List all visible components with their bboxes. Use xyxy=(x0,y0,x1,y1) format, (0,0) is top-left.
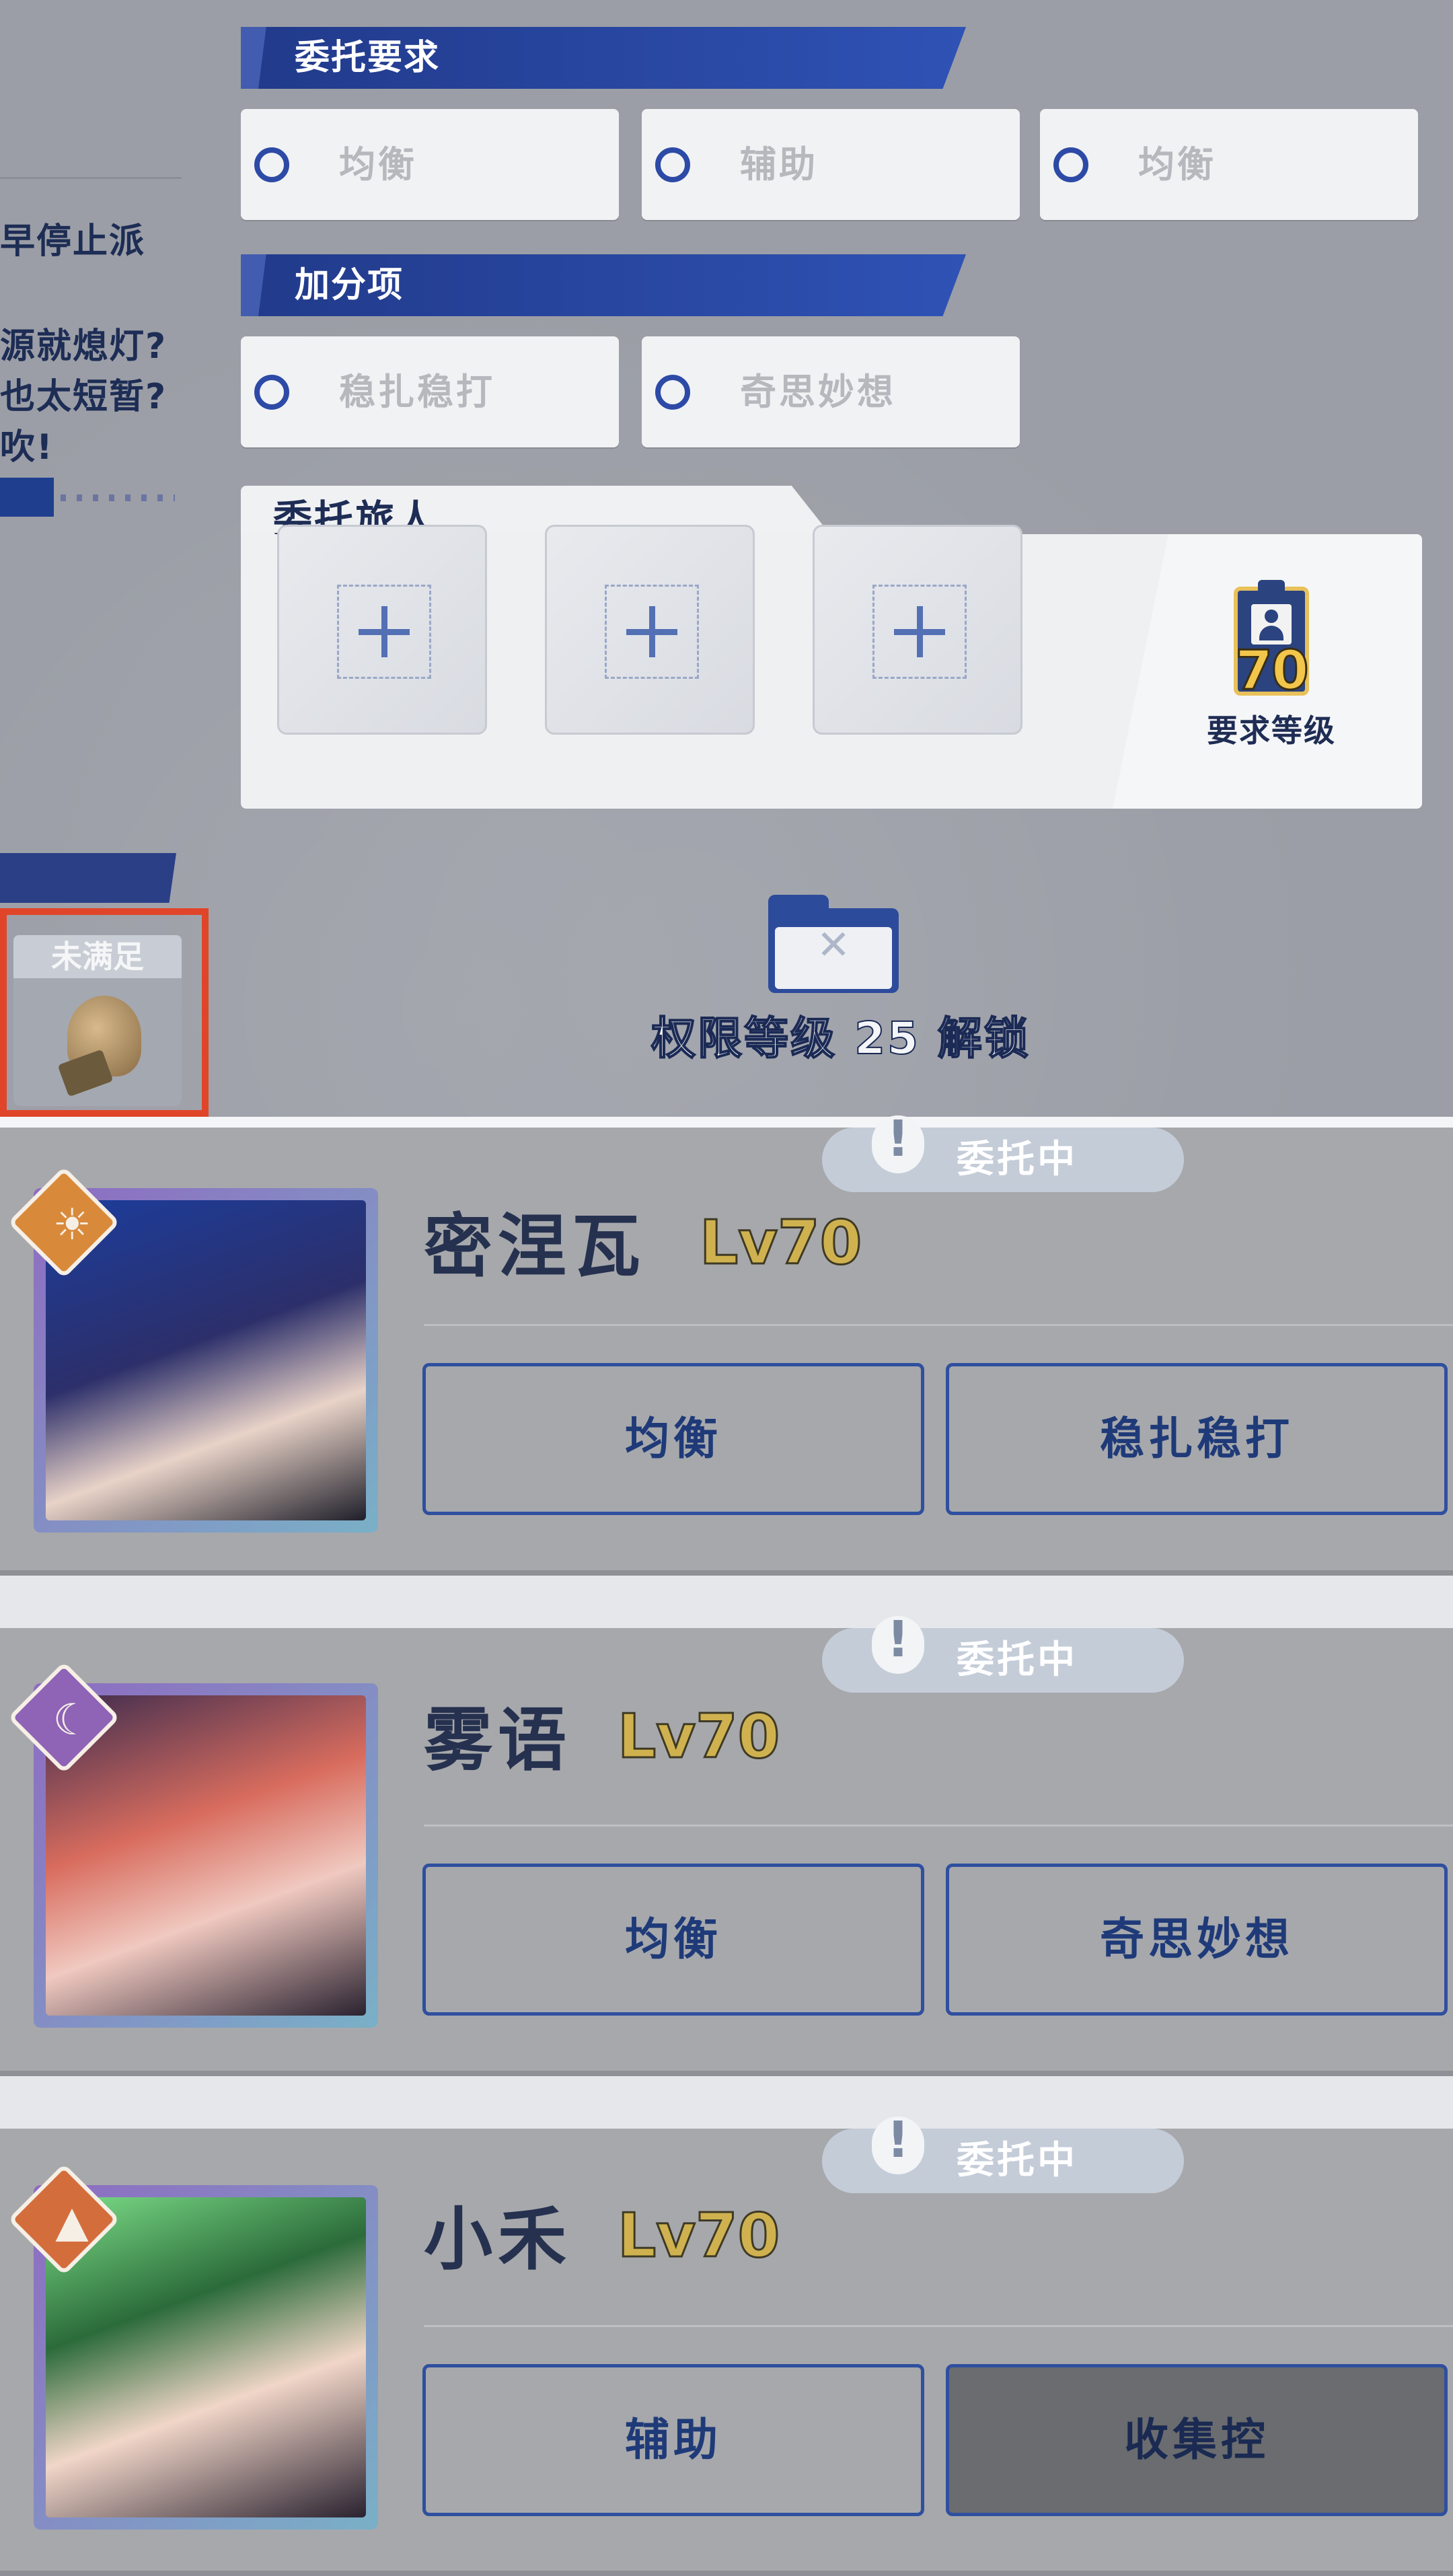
left-dots-decoration xyxy=(61,494,175,501)
radio-circle-icon xyxy=(655,374,690,410)
status-pill: ! 委托中 xyxy=(822,1110,1184,1192)
alert-icon: ! xyxy=(872,2111,926,2193)
character-portrait: ☾ xyxy=(7,1661,378,2028)
radio-circle-icon xyxy=(655,147,690,182)
left-text-line-2: 源就熄灯? xyxy=(0,326,167,367)
left-text-line-3: 也太短暂? xyxy=(0,377,167,417)
plus-icon-vertical xyxy=(381,606,387,657)
card-divider-line xyxy=(424,2325,1453,2327)
card-bottom-shadow xyxy=(0,2071,1453,2076)
character-level: Lv70 xyxy=(616,2200,780,2273)
left-text-line-4: 吹! xyxy=(0,427,54,468)
character-level: Lv70 xyxy=(698,1207,862,1280)
left-text-line-1: 早停止派 xyxy=(0,221,146,262)
requirement-slot-1[interactable]: 均衡 xyxy=(241,109,619,220)
trait-tag-label: 收集控 xyxy=(1124,2414,1269,2466)
traveler-slot-2[interactable] xyxy=(545,525,755,735)
id-card-clip xyxy=(1258,580,1285,595)
radio-circle-icon xyxy=(254,374,289,410)
status-text: 委托中 xyxy=(957,1138,1078,1181)
trait-tag-label: 均衡 xyxy=(625,1413,722,1465)
character-card-3[interactable]: ! 委托中 ▲ 小禾 Lv70 辅助 收集控 xyxy=(0,2111,1453,2576)
character-name: 密涅瓦 xyxy=(424,1207,646,1287)
section-divider xyxy=(0,1117,1453,1128)
trait-tag-2[interactable]: 奇思妙想 xyxy=(946,1864,1448,2016)
status-text: 委托中 xyxy=(957,1638,1078,1682)
requirements-title: 委托要求 xyxy=(295,38,441,78)
character-name: 雾语 xyxy=(424,1701,572,1781)
id-card-head xyxy=(1265,610,1278,623)
status-pill: ! 委托中 xyxy=(822,1611,1184,1693)
commission-panel: 早停止派 源就熄灯? 也太短暂? 吹! 委托要求 均衡 辅助 均衡 加分项 稳扎… xyxy=(0,0,1453,1117)
trait-tag-label: 辅助 xyxy=(625,2414,722,2466)
card-divider-line xyxy=(424,1825,1453,1827)
unmet-tag-text: 未满足 xyxy=(51,939,144,975)
character-name: 小禾 xyxy=(424,2200,572,2280)
bonus-header: 加分项 xyxy=(241,254,966,316)
character-card-1[interactable]: ! 委托中 ☀ 密涅瓦 Lv70 均衡 稳扎稳打 xyxy=(0,1110,1453,1576)
alert-icon: ! xyxy=(872,1611,926,1693)
radio-circle-icon xyxy=(1053,147,1088,182)
bonus-label: 奇思妙想 xyxy=(740,371,896,413)
folder-x-icon: ✕ xyxy=(768,895,899,993)
exclamation-icon: ! xyxy=(887,1110,909,1168)
unmet-item-card[interactable]: 未满足 xyxy=(0,908,209,1117)
requirement-label: 均衡 xyxy=(1138,143,1216,186)
required-level-value: 70 xyxy=(1234,638,1310,703)
requirements-header: 委托要求 xyxy=(241,27,966,89)
trait-tag-2[interactable]: 稳扎稳打 xyxy=(946,1363,1448,1515)
exclamation-icon: ! xyxy=(887,1611,909,1668)
plus-icon-vertical xyxy=(917,606,923,657)
card-divider-line xyxy=(424,1324,1453,1326)
alert-icon: ! xyxy=(872,1110,926,1192)
requirement-slot-2[interactable]: 辅助 xyxy=(642,109,1020,220)
character-level: Lv70 xyxy=(616,1701,780,1773)
moon-glyph: ☾ xyxy=(52,1695,91,1745)
plus-icon-vertical xyxy=(649,606,655,657)
header-accent xyxy=(241,254,266,316)
traveler-slot-1[interactable] xyxy=(277,525,487,735)
header-accent xyxy=(241,27,266,89)
trait-tag-label: 稳扎稳打 xyxy=(1100,1413,1294,1465)
bonus-title: 加分项 xyxy=(295,265,404,305)
close-icon: ✕ xyxy=(816,922,851,969)
traveler-slot-3[interactable] xyxy=(813,525,1022,735)
status-text: 委托中 xyxy=(957,2139,1078,2182)
character-portrait: ☀ xyxy=(7,1166,378,1533)
mountain-glyph: ▲ xyxy=(55,2197,89,2247)
trait-tag-label: 均衡 xyxy=(625,1913,722,1965)
requirement-label: 辅助 xyxy=(740,143,818,186)
left-progress-bar xyxy=(0,478,54,517)
trait-tag-1[interactable]: 辅助 xyxy=(422,2364,924,2516)
character-portrait: ▲ xyxy=(7,2163,378,2530)
exclamation-icon: ! xyxy=(887,2111,909,2169)
bonus-slot-1[interactable]: 稳扎稳打 xyxy=(241,336,619,447)
sun-glyph: ☀ xyxy=(52,1200,91,1250)
left-blue-strip xyxy=(0,853,176,903)
bonus-slot-2[interactable]: 奇思妙想 xyxy=(642,336,1020,447)
requirement-label: 均衡 xyxy=(339,143,417,186)
required-level-label: 要求等级 xyxy=(1207,712,1336,749)
status-pill: ! 委托中 xyxy=(822,2111,1184,2193)
radio-circle-icon xyxy=(254,147,289,182)
card-bottom-shadow xyxy=(0,2571,1453,2576)
trait-tag-2-highlighted[interactable]: 收集控 xyxy=(946,2364,1448,2516)
trait-tag-label: 奇思妙想 xyxy=(1100,1913,1294,1965)
card-bottom-shadow xyxy=(0,1570,1453,1576)
trait-tag-1[interactable]: 均衡 xyxy=(422,1864,924,2016)
unlock-requirement-text: 权限等级 25 解锁 xyxy=(650,1012,1031,1065)
left-divider xyxy=(0,177,182,179)
requirement-slot-3[interactable]: 均衡 xyxy=(1040,109,1418,220)
bonus-label: 稳扎稳打 xyxy=(339,371,495,413)
trait-tag-1[interactable]: 均衡 xyxy=(422,1363,924,1515)
character-card-2[interactable]: ! 委托中 ☾ 雾语 Lv70 均衡 奇思妙想 xyxy=(0,1611,1453,2076)
